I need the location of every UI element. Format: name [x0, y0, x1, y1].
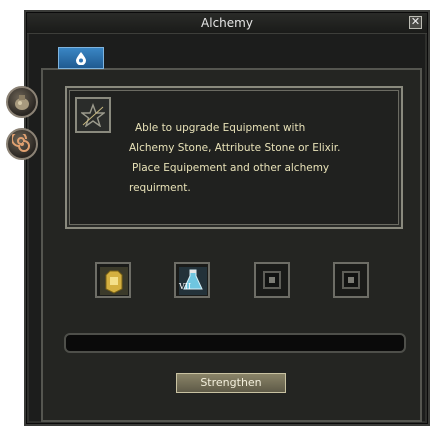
water-drop-icon — [76, 52, 86, 65]
spiral-rune-icon — [12, 134, 30, 152]
pentagram-star-icon — [81, 103, 105, 127]
alchemy-progress-bar — [64, 333, 406, 353]
empty-slot[interactable] — [254, 262, 290, 298]
close-button[interactable]: ✕ — [409, 16, 422, 29]
alchemy-pouch-button[interactable] — [6, 86, 38, 118]
description-line-1: Able to upgrade Equipment with — [135, 122, 306, 134]
description-line-2: Alchemy Stone, Attribute Stone or Elixir… — [129, 142, 341, 154]
title-bar[interactable]: Alchemy ✕ — [27, 13, 427, 34]
description-box — [65, 86, 403, 229]
elixir-grade-badge: VII — [179, 282, 192, 291]
strengthen-button[interactable]: Strengthen — [176, 373, 286, 393]
elixir-slot[interactable]: VII — [174, 262, 210, 298]
description-line-4: requirment. — [129, 182, 191, 194]
golden-armor-icon — [100, 267, 128, 295]
spiral-rune-button[interactable] — [6, 128, 38, 160]
equipment-slot[interactable] — [95, 262, 131, 298]
alchemy-pouch-icon — [15, 95, 29, 110]
empty-slot[interactable] — [333, 262, 369, 298]
alchemy-star-slot — [75, 97, 111, 133]
window-title: Alchemy — [201, 16, 253, 30]
description-line-3: Place Equipement and other alchemy — [132, 162, 330, 174]
tab-water-alchemy[interactable] — [58, 47, 104, 69]
